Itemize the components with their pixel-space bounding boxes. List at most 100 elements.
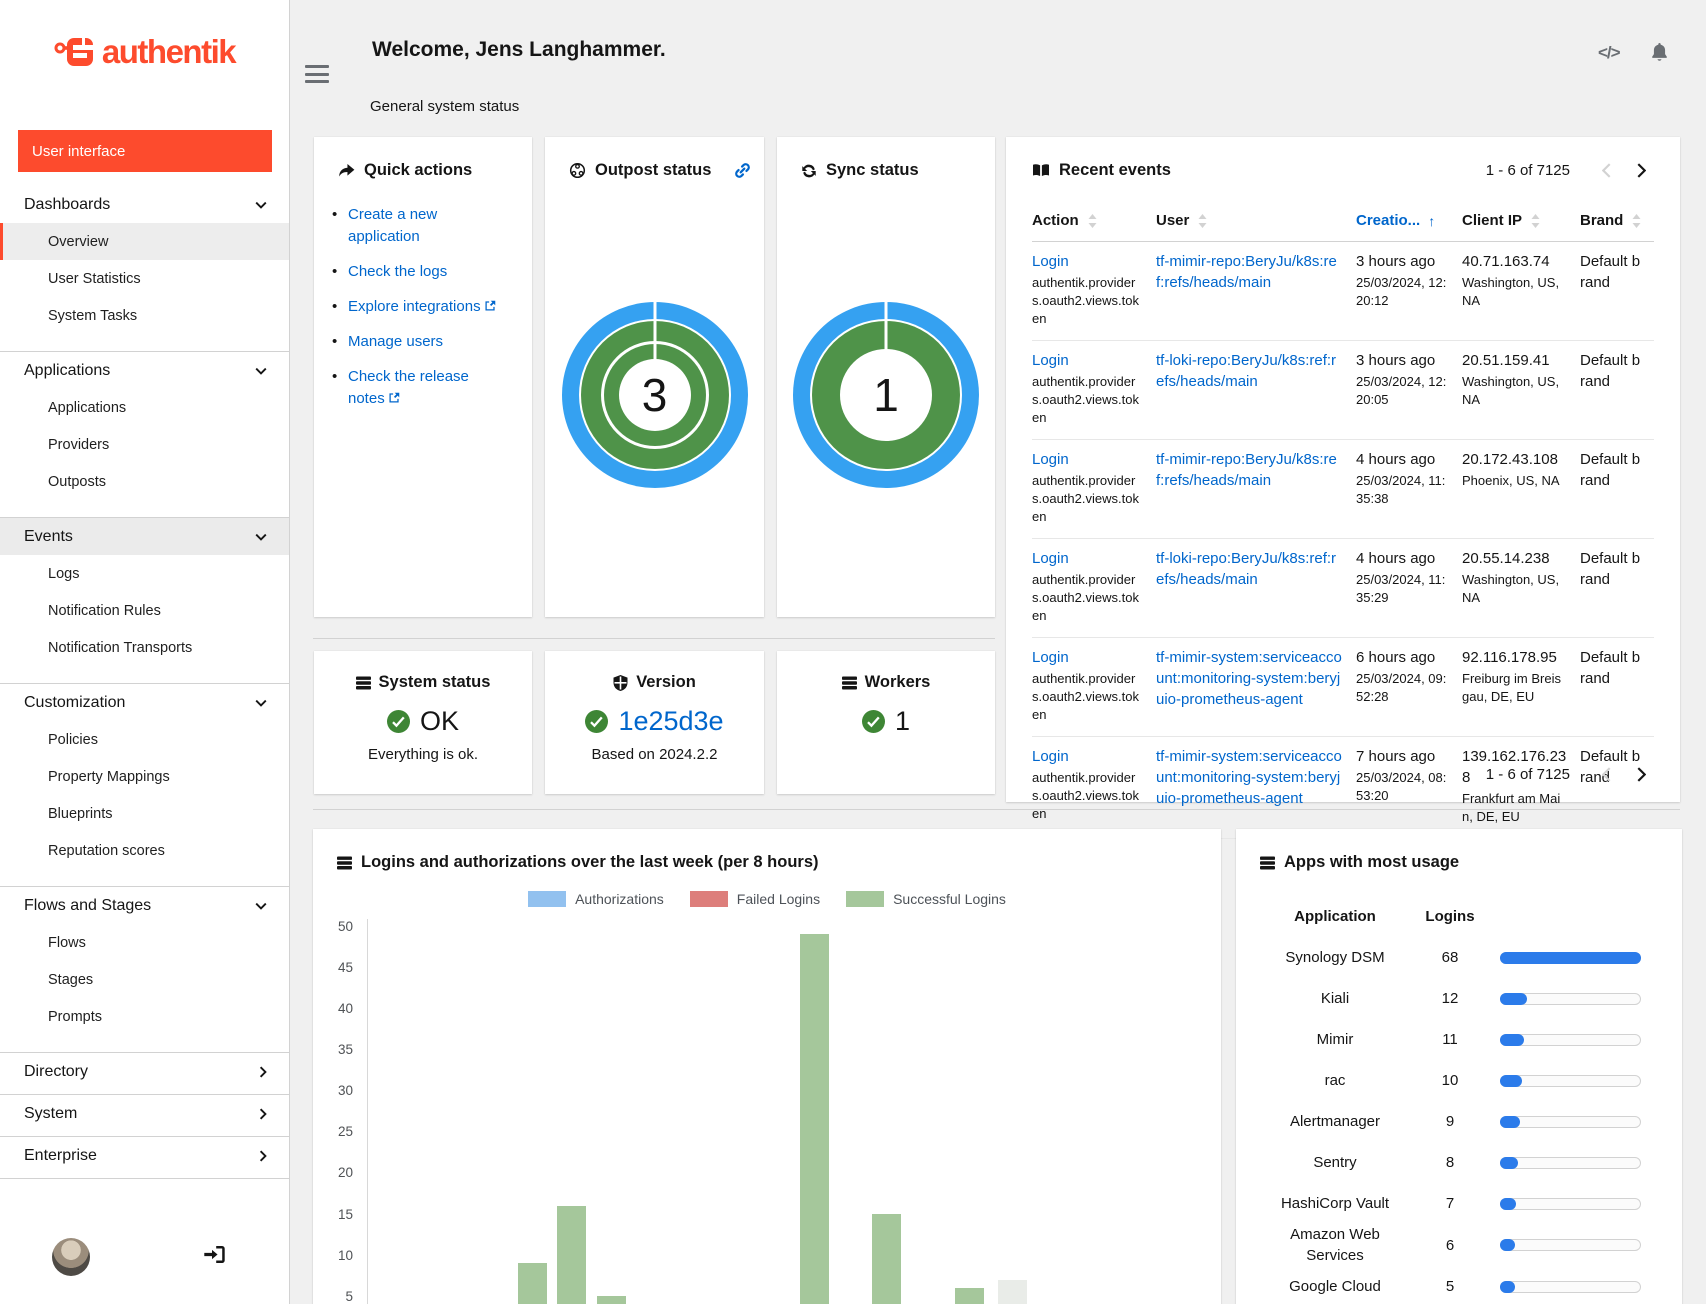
sort-icon[interactable]: [1631, 214, 1642, 228]
sidebar-footer: [0, 1224, 289, 1304]
sidebar-section-dashboards[interactable]: Dashboards: [0, 186, 289, 223]
next-page-button[interactable]: [1629, 159, 1654, 182]
outpost-link-icon[interactable]: [734, 162, 751, 179]
check-circle-icon: [862, 710, 885, 733]
chevron-down-icon: [255, 699, 267, 707]
y-axis-tick: 5: [321, 1289, 353, 1304]
notifications-bell-icon[interactable]: [1650, 42, 1669, 63]
sidebar-item-outposts[interactable]: Outposts: [0, 463, 289, 500]
sidebar-item-reputation-scores[interactable]: Reputation scores: [0, 832, 289, 869]
version-value[interactable]: 1e25d3e: [585, 706, 723, 737]
sidebar-item-policies[interactable]: Policies: [0, 721, 289, 758]
sidebar-item-property-mappings[interactable]: Property Mappings: [0, 758, 289, 795]
sidebar-item-logs[interactable]: Logs: [0, 555, 289, 592]
api-browser-icon[interactable]: </>: [1598, 43, 1620, 63]
quick-action-link-manage-users[interactable]: Manage users: [348, 333, 443, 350]
quick-action-link-create-a-new-application[interactable]: Create a new application: [348, 206, 437, 245]
external-link-icon: [485, 300, 496, 311]
sidebar-item-system-tasks[interactable]: System Tasks: [0, 297, 289, 334]
event-creation-cell: 4 hours ago25/03/2024, 11:35:38: [1356, 440, 1462, 539]
quick-action-link-explore-integrations[interactable]: Explore integrations: [348, 298, 496, 315]
sidebar-section-flows-and-stages[interactable]: Flows and Stages: [0, 887, 289, 924]
sidebar-item-prompts[interactable]: Prompts: [0, 998, 289, 1035]
event-user-link[interactable]: tf-mimir-system:serviceaccount:monitorin…: [1156, 746, 1344, 809]
sidebar-item-notification-transports[interactable]: Notification Transports: [0, 629, 289, 666]
event-action-link[interactable]: Login: [1032, 647, 1144, 668]
menu-toggle-icon[interactable]: [305, 65, 329, 84]
legend-swatch: [846, 891, 884, 907]
sidebar-item-flows[interactable]: Flows: [0, 924, 289, 961]
usage-bar-fill: [1500, 1239, 1515, 1251]
next-page-button[interactable]: [1629, 763, 1654, 786]
app-name: Sentry: [1260, 1152, 1410, 1173]
event-user-link[interactable]: tf-mimir-system:serviceaccount:monitorin…: [1156, 647, 1344, 710]
sidebar-group-customization: CustomizationPoliciesProperty MappingsBl…: [0, 684, 289, 887]
app-name: rac: [1260, 1070, 1410, 1091]
quick-action-link-check-the-release-notes[interactable]: Check the release notes: [348, 368, 469, 407]
app-login-count: 11: [1410, 1029, 1490, 1050]
sidebar-section-customization[interactable]: Customization: [0, 684, 289, 721]
outpost-status-card: Outpost status 3: [545, 137, 764, 617]
page-subtitle: General system status: [370, 98, 519, 115]
sort-icon[interactable]: [1087, 214, 1098, 228]
quick-action-link-check-the-logs[interactable]: Check the logs: [348, 263, 447, 280]
event-action-link[interactable]: Login: [1032, 350, 1144, 371]
system-status-value: OK: [387, 706, 459, 737]
sort-icon[interactable]: [1530, 214, 1541, 228]
book-icon: [1032, 163, 1050, 178]
event-user-link[interactable]: tf-loki-repo:BeryJu/k8s:ref:refs/heads/m…: [1156, 350, 1344, 392]
sidebar-nav: DashboardsOverviewUser StatisticsSystem …: [0, 186, 289, 1179]
sidebar-item-notification-rules[interactable]: Notification Rules: [0, 592, 289, 629]
legend-swatch: [528, 891, 566, 907]
sidebar-item-stages[interactable]: Stages: [0, 961, 289, 998]
sidebar-section-system[interactable]: System: [0, 1095, 289, 1132]
legend-swatch: [690, 891, 728, 907]
sidebar-item-providers[interactable]: Providers: [0, 426, 289, 463]
apps-usage-row: Kiali12: [1260, 978, 1682, 1019]
column-header-creatio[interactable]: Creatio...↑: [1356, 212, 1462, 242]
sidebar-group-enterprise: Enterprise: [0, 1137, 289, 1179]
column-header-action[interactable]: Action: [1032, 212, 1156, 242]
sidebar-section-events[interactable]: Events: [0, 518, 289, 555]
user-interface-button[interactable]: User interface: [18, 130, 272, 172]
app-name: Mimir: [1260, 1029, 1410, 1050]
event-action-link[interactable]: Login: [1032, 548, 1144, 569]
event-user-cell: tf-mimir-system:serviceaccount:monitorin…: [1156, 638, 1356, 737]
sidebar-section-directory[interactable]: Directory: [0, 1053, 289, 1090]
event-action-link[interactable]: Login: [1032, 746, 1144, 767]
sidebar-section-applications[interactable]: Applications: [0, 352, 289, 389]
version-caption: Based on 2024.2.2: [592, 746, 718, 763]
outpost-status-donut[interactable]: 3: [562, 302, 748, 488]
sort-icon[interactable]: [1197, 214, 1208, 228]
logout-icon[interactable]: [204, 1246, 225, 1263]
event-user-link[interactable]: tf-mimir-repo:BeryJu/k8s:ref:refs/heads/…: [1156, 449, 1344, 491]
event-brand-cell: Default brand: [1580, 638, 1654, 737]
column-header-brand[interactable]: Brand: [1580, 212, 1654, 242]
sync-status-title: Sync status: [777, 137, 995, 180]
usage-bar-track: [1500, 952, 1641, 964]
sidebar-item-user-statistics[interactable]: User Statistics: [0, 260, 289, 297]
event-client-ip-cell: 20.172.43.108Phoenix, US, NA: [1462, 440, 1580, 539]
previous-page-button[interactable]: [1594, 159, 1619, 182]
user-avatar[interactable]: [52, 1238, 90, 1276]
sidebar-item-overview[interactable]: Overview: [0, 223, 289, 260]
event-user-link[interactable]: tf-mimir-repo:BeryJu/k8s:ref:refs/heads/…: [1156, 251, 1344, 293]
sidebar-section-enterprise[interactable]: Enterprise: [0, 1137, 289, 1174]
column-header-user[interactable]: User: [1156, 212, 1356, 242]
apps-usage-row: Sentry8: [1260, 1142, 1682, 1183]
event-action-detail: authentik.providers.oauth2.views.token: [1032, 670, 1144, 724]
column-header-client-ip[interactable]: Client IP: [1462, 212, 1580, 242]
event-user-link[interactable]: tf-loki-repo:BeryJu/k8s:ref:refs/heads/m…: [1156, 548, 1344, 590]
column-application: Application: [1260, 899, 1410, 935]
event-action-link[interactable]: Login: [1032, 251, 1144, 272]
event-action-link[interactable]: Login: [1032, 449, 1144, 470]
event-brand-cell: Default brand: [1580, 440, 1654, 539]
previous-page-button[interactable]: [1594, 763, 1619, 786]
sort-ascending-icon[interactable]: ↑: [1428, 213, 1435, 229]
sidebar-group-events: EventsLogsNotification RulesNotification…: [0, 518, 289, 684]
apps-usage-row: rac10: [1260, 1060, 1682, 1101]
sidebar-item-blueprints[interactable]: Blueprints: [0, 795, 289, 832]
sidebar-group-dashboards: DashboardsOverviewUser StatisticsSystem …: [0, 186, 289, 352]
sidebar-item-applications[interactable]: Applications: [0, 389, 289, 426]
sync-status-donut[interactable]: 1: [793, 302, 979, 488]
